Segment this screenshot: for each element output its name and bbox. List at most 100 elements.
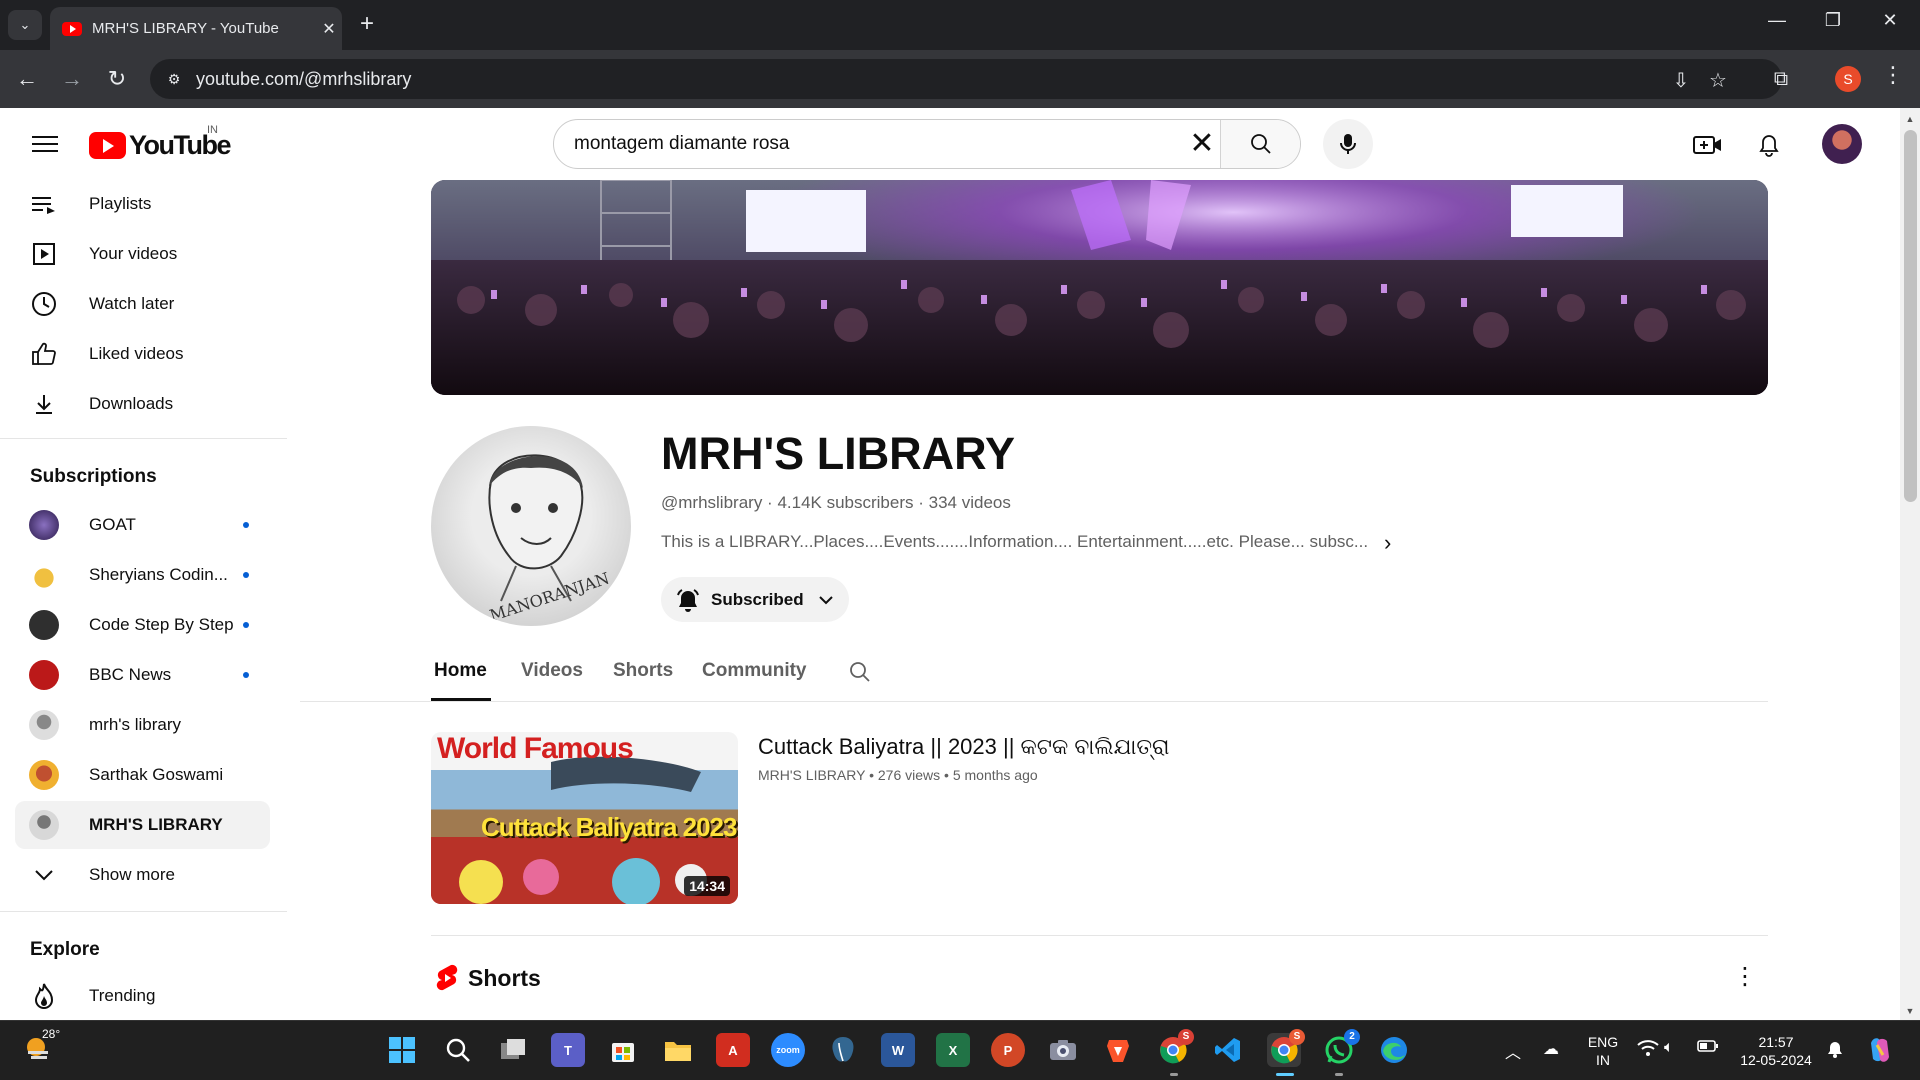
sidebar-item-downloads[interactable]: Downloads [15,380,270,428]
tab-search-button[interactable]: ⌄ [8,10,42,40]
bell-icon [1759,135,1779,157]
minimize-button[interactable]: — [1757,10,1797,31]
chevron-right-icon[interactable]: › [1384,530,1391,556]
show-hidden-icons-chevron-icon[interactable]: ︿ [1505,1039,1521,1063]
channel-avatar-large[interactable]: MANORANJAN [431,426,631,626]
forward-button[interactable]: → [57,64,87,94]
tab-home[interactable]: Home [434,660,487,682]
scrollbar-thumb[interactable] [1904,130,1917,502]
explore-heading: Explore [30,939,100,960]
onedrive-cloud-icon[interactable]: ☁ [1543,1039,1559,1059]
camera-icon[interactable] [1046,1033,1080,1067]
task-view-button[interactable] [496,1033,530,1067]
sidebar-item-code-step-by-step[interactable]: Code Step By Step [15,601,270,649]
sidebar-item-bbc-news[interactable]: BBC News [15,651,270,699]
sidebar-item-your-videos[interactable]: Your videos [15,230,270,278]
tab-videos[interactable]: Videos [521,660,583,682]
chrome-active-icon[interactable]: S [1267,1029,1305,1067]
postgresql-icon[interactable] [826,1033,860,1067]
youtube-logo[interactable]: YouTube IN [89,124,231,161]
tab-shorts[interactable]: Shorts [613,660,673,682]
subscribed-button[interactable]: Subscribed [661,577,849,622]
teams-icon[interactable]: T [551,1033,585,1067]
sidebar-item-trending[interactable]: Trending [15,972,270,1020]
taskbar-search-button[interactable] [441,1033,475,1067]
bookmark-star-icon[interactable]: ☆ [1705,68,1731,93]
video-title[interactable]: Cuttack Baliyatra || 2023 || କଟକ ବାଲିଯାତ… [758,734,1170,760]
chrome-profile-icon[interactable]: S [1156,1029,1194,1067]
video-create-icon [1693,136,1721,154]
copilot-icon[interactable] [1863,1033,1897,1067]
download-icon [29,389,59,419]
zoom-icon[interactable]: zoom [771,1033,805,1067]
brave-icon[interactable] [1101,1033,1135,1067]
microsoft-store-icon[interactable] [606,1033,640,1067]
volume-icon[interactable]: 🔈︎ [1664,1039,1674,1057]
sidebar-item-mrhs-library-lower[interactable]: mrh's library [15,701,270,749]
youtube-favicon-icon [62,21,82,36]
create-button[interactable] [1691,128,1725,162]
powerpoint-icon[interactable]: P [991,1033,1025,1067]
channel-search-icon[interactable] [848,660,872,689]
back-button[interactable]: ← [12,64,42,94]
subscriptions-heading[interactable]: Subscriptions [30,466,157,488]
channel-description[interactable]: This is a LIBRARY...Places....Events....… [661,532,1368,552]
input-language[interactable]: ENG IN [1583,1033,1623,1069]
sidebar-item-label: Sarthak Goswami [89,765,224,784]
whatsapp-icon[interactable]: 2 [1322,1029,1360,1067]
tab-close-icon[interactable]: ✕ [316,19,342,39]
video-channel[interactable]: MRH'S LIBRARY [758,767,865,783]
scroll-down-arrow-icon[interactable]: ▼ [1904,1006,1916,1016]
notification-bell-icon[interactable] [1826,1039,1844,1064]
video-thumbnail[interactable]: World Famous Cuttack Baliyatra 2023 14:3… [431,732,738,904]
vscode-icon[interactable] [1211,1033,1245,1067]
tab-community[interactable]: Community [702,660,807,682]
edge-icon[interactable] [1377,1033,1411,1067]
file-explorer-icon[interactable] [661,1033,695,1067]
address-bar[interactable]: ⚙ youtube.com/@mrhslibrary ⇩ ☆ [150,59,1782,99]
profile-avatar[interactable]: S [1835,66,1861,92]
sidebar-item-mrhs-library[interactable]: MRH'S LIBRARY [15,801,270,849]
new-tab-button[interactable]: + [352,10,382,40]
sidebar-item-liked-videos[interactable]: Liked videos [15,330,270,378]
wifi-icon[interactable] [1637,1039,1659,1062]
url-text[interactable]: youtube.com/@mrhslibrary [196,69,411,90]
sidebar-item-sarthak-goswami[interactable]: Sarthak Goswami [15,751,270,799]
voice-search-button[interactable] [1323,119,1373,169]
search-box[interactable]: montagem diamante rosa ✕ [553,119,1301,169]
account-avatar[interactable] [1822,124,1862,164]
system-clock[interactable]: 21:57 12-05-2024 [1736,1033,1816,1069]
acrobat-icon[interactable]: A [716,1033,750,1067]
restore-button[interactable]: ❐ [1813,10,1853,31]
guide-menu-icon[interactable] [28,131,62,157]
svg-text:MANORANJAN: MANORANJAN [487,569,611,626]
sidebar-item-goat[interactable]: GOAT [15,501,270,549]
sidebar-item-sheryians-coding[interactable]: Sheryians Codin... [15,551,270,599]
site-info-icon[interactable]: ⚙ [164,69,184,89]
sidebar-item-label: mrh's library [89,715,182,734]
extensions-icon[interactable]: ⧉ [1766,64,1796,94]
weather-widget[interactable]: 28° [22,1027,60,1067]
notifications-button[interactable] [1752,128,1786,162]
clear-search-icon[interactable]: ✕ [1184,126,1220,162]
scroll-up-arrow-icon[interactable]: ▲ [1904,114,1916,124]
browser-tab-active[interactable]: MRH'S LIBRARY - YouTube ✕ [50,7,342,50]
browser-menu-icon[interactable]: ⋮ [1880,62,1906,88]
search-button[interactable] [1220,120,1300,168]
excel-icon[interactable]: X [936,1033,970,1067]
shelf-more-options-icon[interactable]: ⋮ [1733,962,1757,991]
window-close-button[interactable]: ✕ [1870,10,1910,31]
start-button[interactable] [385,1033,419,1067]
battery-icon[interactable] [1697,1039,1719,1058]
sidebar-item-label: Playlists [89,194,152,213]
sidebar-item-watch-later[interactable]: Watch later [15,280,270,328]
sidebar-item-playlists[interactable]: Playlists [15,180,270,228]
reload-button[interactable]: ↻ [102,64,132,94]
sidebar-show-more[interactable]: Show more [15,851,270,899]
word-icon[interactable]: W [881,1033,915,1067]
your-videos-icon [29,239,59,269]
thumbnail-text-bottom: Cuttack Baliyatra 2023 [481,812,737,842]
install-app-icon[interactable]: ⇩ [1668,68,1694,93]
search-input[interactable]: montagem diamante rosa [574,133,789,155]
shorts-logo-icon [436,964,458,991]
